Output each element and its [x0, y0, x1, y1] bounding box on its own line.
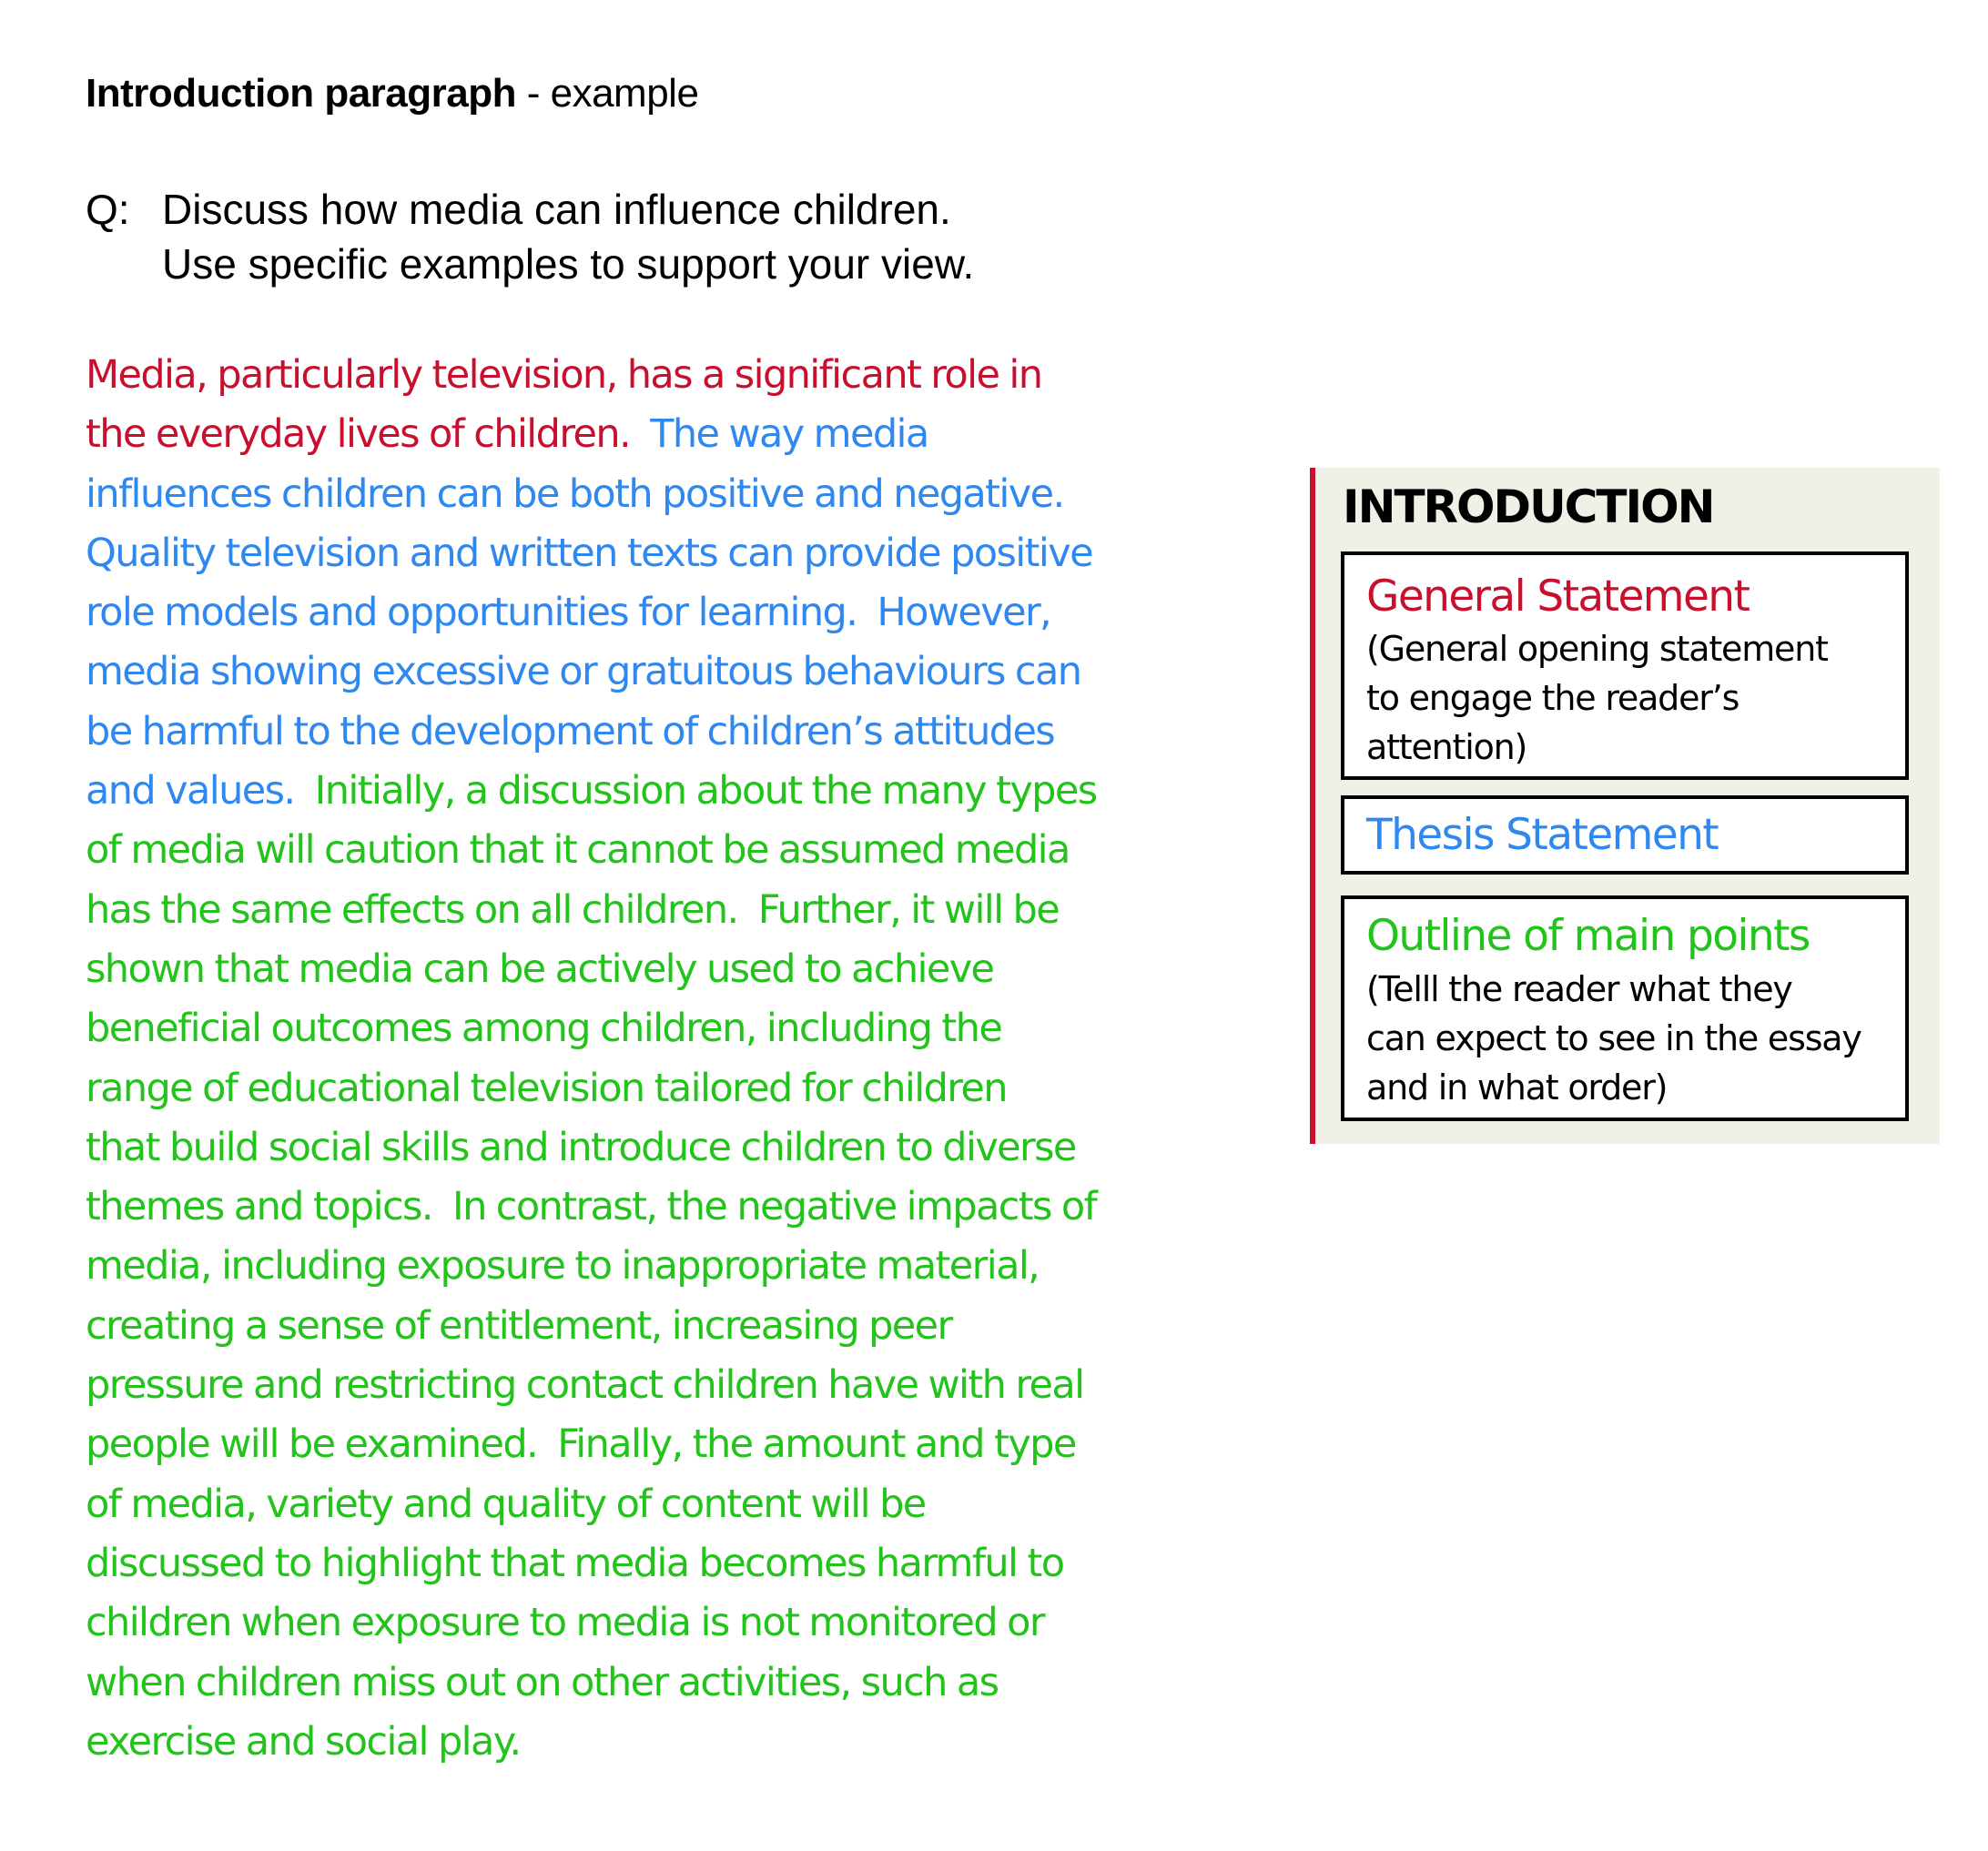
thesis-statement-text: be harmful to the development of childre… [86, 708, 1056, 754]
paragraph-line: shown that media can be actively used to… [86, 940, 1269, 999]
outline-text: beneficial outcomes among children, incl… [86, 1006, 1003, 1052]
question-line-1: Discuss how media can influence children… [162, 186, 951, 233]
paragraph-line: be harmful to the development of childre… [86, 703, 1269, 762]
outline-text: of media, variety and quality of content… [86, 1481, 927, 1527]
outline-title: Outline of main points [1366, 911, 1810, 961]
thesis-statement-text: and values. [86, 768, 315, 814]
general-statement-text: Media, particularly television, has a si… [86, 352, 1043, 398]
outline-text: pressure and restricting contact childre… [86, 1362, 1085, 1409]
description-line: (General opening statement [1366, 629, 1829, 669]
thesis-statement-box: Thesis Statement [1341, 795, 1909, 875]
question-label: Q: [86, 186, 130, 233]
panel-accent-bar [1310, 468, 1315, 1144]
paragraph-line: creating a sense of entitlement, increas… [86, 1297, 1269, 1356]
paragraph-line: of media, variety and quality of content… [86, 1475, 1269, 1534]
paragraph-line: media showing excessive or gratuitous be… [86, 642, 1269, 702]
description-line: attention) [1366, 727, 1527, 767]
thesis-statement-text: role models and opportunities for learni… [86, 590, 1052, 636]
paragraph-line: exercise and social play. [86, 1713, 1269, 1772]
paragraph-line: influences children can be both positive… [86, 465, 1269, 524]
outline-box: Outline of main points (Telll the reader… [1341, 895, 1909, 1121]
paragraph-line: pressure and restricting contact childre… [86, 1356, 1269, 1415]
outline-description: (Telll the reader what they can expect t… [1366, 965, 1905, 1112]
paragraph-line: role models and opportunities for learni… [86, 583, 1269, 642]
paragraph-line: beneficial outcomes among children, incl… [86, 999, 1269, 1058]
paragraph-line: range of educational television tailored… [86, 1059, 1269, 1118]
outline-text: creating a sense of entitlement, increas… [86, 1302, 953, 1349]
general-statement-title: General Statement [1366, 571, 1750, 622]
general-statement-box: General Statement (General opening state… [1341, 551, 1909, 780]
outline-text: range of educational television tailored… [86, 1065, 1009, 1111]
page-title: Introduction paragraph - example [86, 71, 699, 116]
paragraph-line: has the same effects on all children. Fu… [86, 881, 1269, 940]
outline-text: media, including exposure to inappropria… [86, 1243, 1040, 1290]
thesis-statement-text: The way media [650, 411, 929, 458]
paragraph-line: people will be examined. Finally, the am… [86, 1415, 1269, 1474]
paragraph-line: and values. Initially, a discussion abou… [86, 762, 1269, 821]
general-statement-description: (General opening statement to engage the… [1366, 624, 1905, 772]
outline-text: discussed to highlight that media become… [86, 1540, 1065, 1586]
title-bold: Introduction paragraph [86, 71, 517, 116]
paragraph-line: children when exposure to media is not m… [86, 1593, 1269, 1653]
description-line: (Telll the reader what they [1366, 969, 1793, 1009]
paragraph-line: of media will caution that it cannot be … [86, 821, 1269, 880]
description-line: and in what order) [1366, 1067, 1668, 1108]
outline-text: has the same effects on all children. Fu… [86, 886, 1060, 933]
paragraph-line: Quality television and written texts can… [86, 524, 1269, 583]
outline-text: exercise and social play. [86, 1718, 522, 1765]
thesis-statement-text: influences children can be both positive… [86, 470, 1065, 517]
outline-text: that build social skills and introduce c… [86, 1124, 1077, 1170]
question-line-2: Use specific examples to support your vi… [162, 240, 975, 288]
introduction-structure-panel: INTRODUCTION General Statement (General … [1310, 468, 1940, 1144]
outline-text: themes and topics. In contrast, the nega… [86, 1184, 1098, 1230]
thesis-statement-title: Thesis Statement [1366, 810, 1719, 860]
paragraph-line: that build social skills and introduce c… [86, 1118, 1269, 1178]
paragraph-line: discussed to highlight that media become… [86, 1534, 1269, 1593]
thesis-statement-text: media showing excessive or gratuitous be… [86, 649, 1082, 695]
paragraph-line: the everyday lives of children. The way … [86, 405, 1269, 464]
description-line: to engage the reader’s [1366, 678, 1740, 718]
outline-text: Initially, a discussion about the many t… [314, 768, 1099, 814]
paragraph-line: Media, particularly television, has a si… [86, 346, 1269, 405]
outline-text: people will be examined. Finally, the am… [86, 1421, 1077, 1468]
general-statement-text: the everyday lives of children. [86, 411, 651, 458]
title-suffix: - example [516, 71, 699, 116]
paragraph-line: themes and topics. In contrast, the nega… [86, 1178, 1269, 1237]
outline-text: when children miss out on other activiti… [86, 1659, 999, 1705]
paragraph-line: media, including exposure to inappropria… [86, 1237, 1269, 1296]
paragraph-line: when children miss out on other activiti… [86, 1654, 1269, 1713]
essay-question: Q: Discuss how media can influence child… [86, 182, 974, 291]
introduction-paragraph: Media, particularly television, has a si… [86, 346, 1269, 1772]
thesis-statement-text: Quality television and written texts can… [86, 530, 1094, 576]
outline-text: shown that media can be actively used to… [86, 946, 995, 992]
outline-text: of media will caution that it cannot be … [86, 827, 1070, 874]
description-line: can expect to see in the essay [1366, 1018, 1862, 1058]
outline-text: children when exposure to media is not m… [86, 1600, 1046, 1646]
panel-heading: INTRODUCTION [1343, 480, 1715, 533]
